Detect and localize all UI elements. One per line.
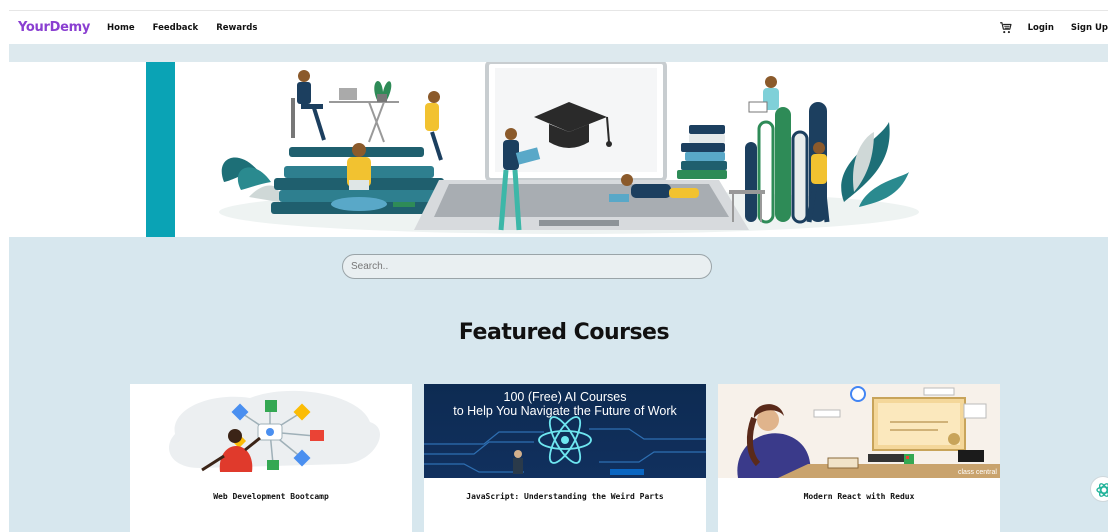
nav-right-group: Login Sign Up (999, 21, 1108, 35)
login-link[interactable]: Login (1028, 23, 1054, 33)
signup-link[interactable]: Sign Up (1071, 23, 1108, 33)
course-title: Web Development Bootcamp (213, 492, 329, 501)
course-card-javascript[interactable]: 100 (Free) AI Courses to Help You Navigat… (424, 384, 706, 532)
featured-courses-title: Featured Courses (458, 320, 670, 345)
nav-link-feedback[interactable]: Feedback (153, 23, 199, 33)
web-development-illustration (130, 384, 412, 478)
class-central-text: class central (958, 469, 997, 476)
certificate-illustration: class central (718, 384, 1000, 478)
chat-icon (1096, 483, 1108, 497)
course-card-web-development[interactable]: Web Development Bootcamp (130, 384, 412, 532)
brand-logo[interactable]: YourDemy (18, 20, 90, 35)
nav-link-rewards[interactable]: Rewards (216, 23, 257, 33)
course-card-react[interactable]: class central Modern React with Redux (718, 384, 1000, 532)
hero-top-strip (9, 44, 1108, 62)
hero-banner (9, 62, 1108, 237)
course-title: Modern React with Redux (803, 492, 915, 501)
nav-link-home[interactable]: Home (107, 23, 135, 33)
course-title: JavaScript: Understanding the Weird Part… (466, 492, 664, 501)
cart-icon[interactable] (999, 21, 1013, 35)
navbar: YourDemy Home Feedback Rewards Login Sig… (9, 10, 1108, 44)
online-learning-illustration (146, 62, 919, 237)
ai-courses-banner: 100 (Free) AI Courses to Help You Navigat… (424, 384, 706, 478)
search-input[interactable] (342, 254, 712, 279)
